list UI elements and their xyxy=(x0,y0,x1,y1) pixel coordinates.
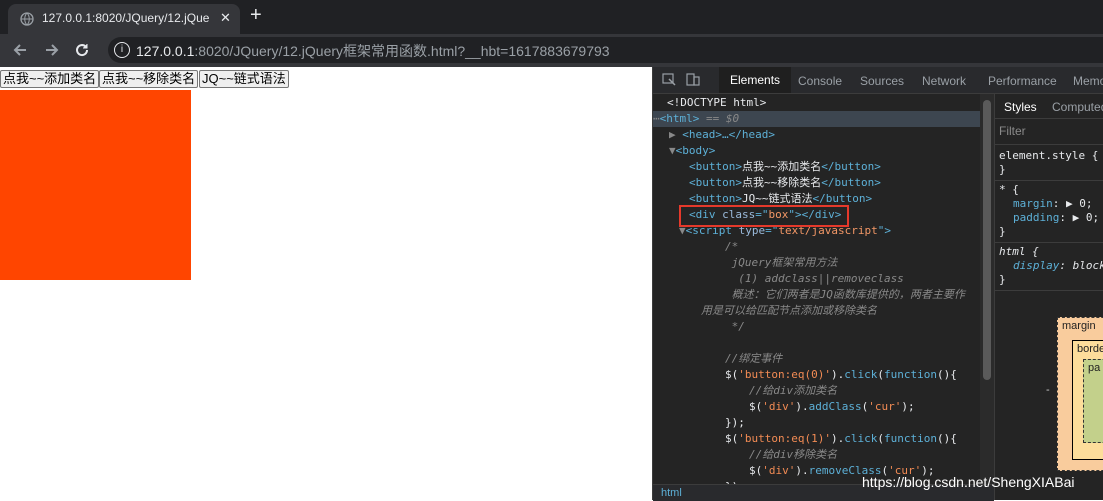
code-comment-line: 用是可以给匹配节点添加或移除类名 xyxy=(701,304,877,317)
box-model-margin-label: margin xyxy=(1062,320,1096,332)
elements-scrollbar[interactable] xyxy=(980,94,994,484)
tab-elements[interactable]: Elements xyxy=(719,67,792,93)
devtools-tabbar: Elements Console Sources Network Perform… xyxy=(653,67,1103,94)
code-line-click-0: $('button:eq(0)').click(function(){ xyxy=(725,368,957,381)
dom-head-node[interactable]: ▶ <head>…</head> xyxy=(653,127,980,143)
globe-icon xyxy=(20,12,34,26)
rule-close-brace: } xyxy=(999,273,1006,286)
code-comment-open: /* xyxy=(725,240,739,253)
info-icon[interactable]: i xyxy=(114,42,130,58)
rule-close-brace: } xyxy=(999,163,1006,176)
reload-icon[interactable] xyxy=(74,42,90,58)
tab-title: 127.0.0.1:8020/JQuery/12.jQue xyxy=(42,11,210,25)
box-model-padding-label: pa xyxy=(1088,362,1101,374)
code-comment-remove: //给div移除类名 xyxy=(749,448,838,461)
dom-button-1[interactable]: <button>点我~~添加类名</button> xyxy=(653,159,980,175)
tab-network[interactable]: Network xyxy=(922,74,966,88)
annotation-highlight-box xyxy=(679,205,849,227)
code-comment-close: */ xyxy=(725,320,745,333)
display-property: display: block xyxy=(1013,259,1103,272)
tab-close-icon[interactable]: ✕ xyxy=(220,10,231,26)
tab-memory[interactable]: Memo xyxy=(1073,74,1103,88)
url-host: 127.0.0.1 xyxy=(136,43,195,59)
watermark-text: https://blog.csdn.net/ShengXIABai xyxy=(862,474,1075,490)
html-rule-selector: html { xyxy=(999,245,1039,258)
add-class-button[interactable]: 点我~~添加类名 xyxy=(0,70,100,88)
dom-body-node[interactable]: ▼<body> xyxy=(653,143,980,159)
tab-performance[interactable]: Performance xyxy=(988,74,1057,88)
universal-rule-selector: * { xyxy=(999,183,1019,196)
scroll-thumb[interactable] xyxy=(983,100,991,380)
code-line-addclass: $('div').addClass('cur'); xyxy=(749,400,915,413)
browser-toolbar: i 127.0.0.1:8020/JQuery/12.jQuery框架常用函数.… xyxy=(0,34,1103,67)
element-style-rule: element.style { xyxy=(999,149,1099,162)
margin-property[interactable]: margin: ▶ 0; xyxy=(1013,197,1093,210)
new-tab-button[interactable]: + xyxy=(250,4,262,27)
breadcrumb-html[interactable]: html xyxy=(661,487,682,499)
browser-tab-strip: 127.0.0.1:8020/JQuery/12.jQue ✕ + xyxy=(0,0,1103,34)
box-model-border-label: borde xyxy=(1077,343,1103,355)
padding-property[interactable]: padding: ▶ 0; xyxy=(1013,211,1099,224)
box xyxy=(0,90,191,280)
tab-console[interactable]: Console xyxy=(798,74,842,88)
box-model-padding: pa xyxy=(1083,359,1103,443)
devtools-panel: Elements Console Sources Network Perform… xyxy=(652,67,1103,501)
elements-tree: <!DOCTYPE html> ⋯<html> == $0 ▶ <head>…<… xyxy=(653,94,980,484)
remove-class-button[interactable]: 点我~~移除类名 xyxy=(99,70,199,88)
address-bar[interactable]: i 127.0.0.1:8020/JQuery/12.jQuery框架常用函数.… xyxy=(108,37,1103,63)
inspect-icon[interactable] xyxy=(662,73,676,86)
chain-syntax-button[interactable]: JQ~~链式语法 xyxy=(199,70,289,88)
url-text: 127.0.0.1:8020/JQuery/12.jQuery框架常用函数.ht… xyxy=(136,41,610,61)
url-path: :8020/JQuery/12.jQuery框架常用函数.html?__hbt=… xyxy=(194,43,610,59)
forward-icon[interactable] xyxy=(44,42,60,58)
code-comment-line: jQuery框架常用方法 xyxy=(725,256,838,269)
code-comment-line: 概述：它们两者是JQ函数库提供的，两者主要作 xyxy=(725,288,965,301)
page-viewport: 点我~~添加类名 点我~~移除类名 JQ~~链式语法 xyxy=(0,67,652,500)
code-comment-bind: //绑定事件 xyxy=(725,352,783,365)
code-comment-line: (1) addclass||removeclass xyxy=(725,272,904,285)
code-line-close: }); xyxy=(725,416,745,429)
rule-close-brace: } xyxy=(999,225,1006,238)
dom-html-node[interactable]: ⋯<html> == $0 xyxy=(653,111,980,127)
browser-tab[interactable]: 127.0.0.1:8020/JQuery/12.jQue ✕ xyxy=(8,4,240,34)
code-line-click-1: $('button:eq(1)').click(function(){ xyxy=(725,432,957,445)
dom-button-2[interactable]: <button>点我~~移除类名</button> xyxy=(653,175,980,191)
box-model-dash: - xyxy=(1046,384,1050,396)
code-comment-add: //给div添加类名 xyxy=(749,384,838,397)
tab-computed[interactable]: Computed xyxy=(1052,100,1103,114)
dom-doctype[interactable]: <!DOCTYPE html> xyxy=(653,95,980,111)
styles-tabbar: Styles Computed xyxy=(995,94,1103,119)
styles-filter-input[interactable]: Filter xyxy=(999,124,1026,138)
styles-pane: Styles Computed Filter element.style { }… xyxy=(994,94,1103,500)
box-model-border: borde pa xyxy=(1072,340,1103,460)
tab-sources[interactable]: Sources xyxy=(860,74,904,88)
back-icon[interactable] xyxy=(12,42,28,58)
tab-styles[interactable]: Styles xyxy=(1004,100,1037,114)
device-toolbar-icon[interactable] xyxy=(686,73,700,86)
box-model-margin: margin borde pa - xyxy=(1046,317,1103,471)
